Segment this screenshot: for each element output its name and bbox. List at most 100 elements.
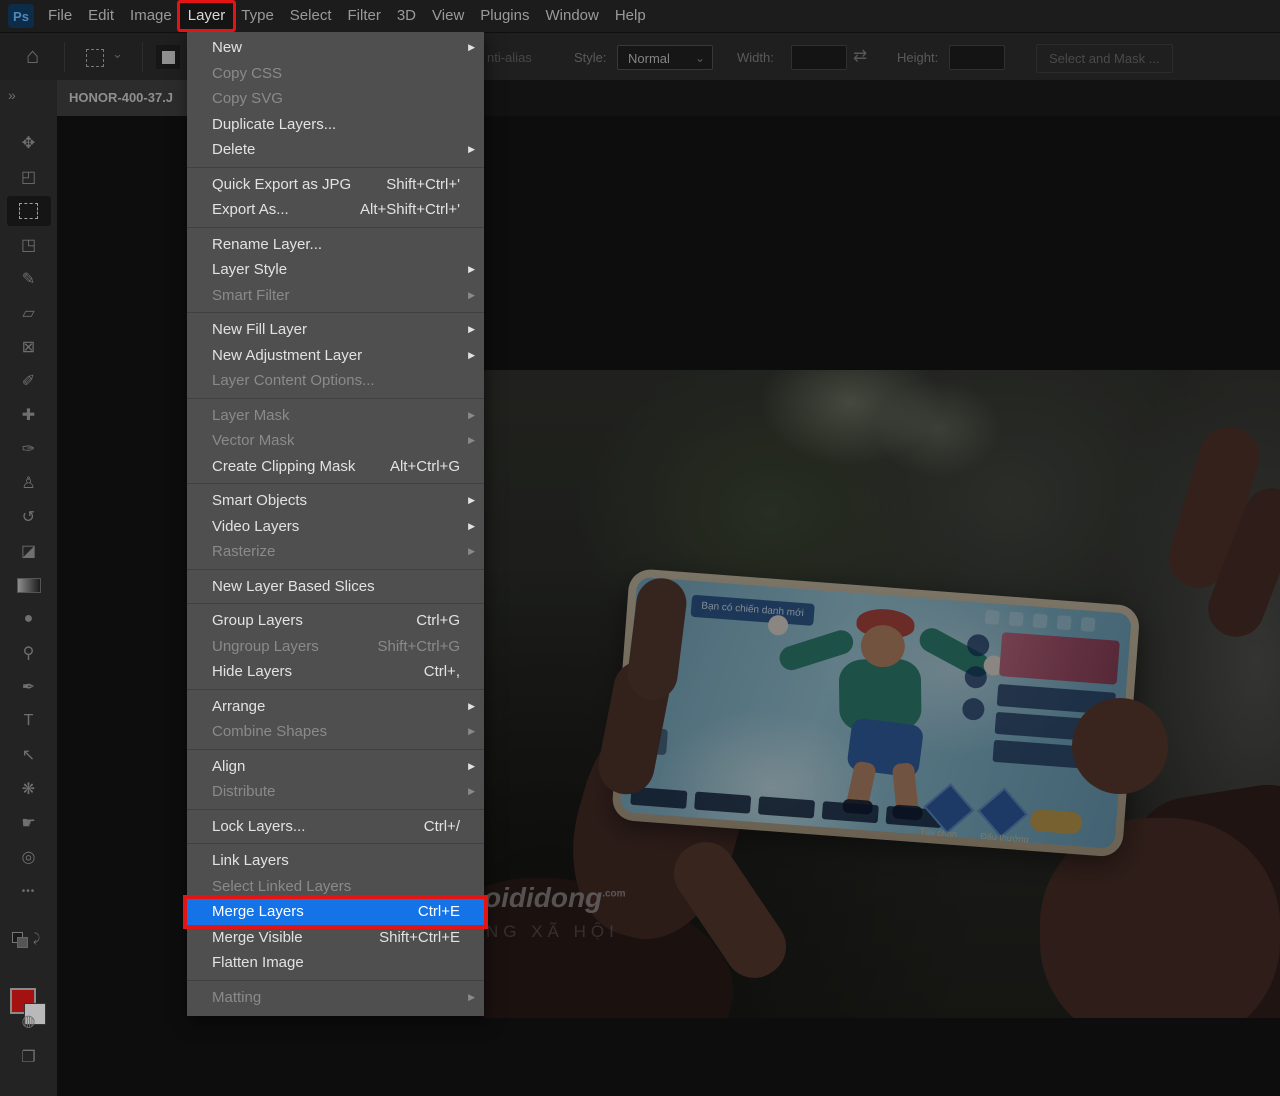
menu-item-vector-mask: Vector Mask: [187, 428, 484, 454]
submenu-arrow-icon: [468, 694, 475, 720]
menu-item-new[interactable]: New: [187, 35, 484, 61]
marquee-tool[interactable]: [7, 196, 51, 226]
menu-item-delete[interactable]: Delete: [187, 137, 484, 163]
width-input[interactable]: [791, 45, 847, 70]
crop-tool[interactable]: ◰: [0, 160, 57, 194]
dodge-tool[interactable]: ⚲: [0, 636, 57, 670]
antialias-label: nti-alias: [487, 50, 532, 65]
menu-item-matting: Matting: [187, 985, 484, 1011]
screen-mode-button[interactable]: ❐: [0, 1040, 57, 1074]
menu-item-merge-visible[interactable]: Merge Visible Shift+Ctrl+E: [187, 925, 484, 951]
submenu-arrow-icon: [468, 343, 475, 369]
document-tab[interactable]: HONOR-400-37.J: [57, 80, 187, 116]
menu-item-create-clipping-mask[interactable]: Create Clipping Mask Alt+Ctrl+G: [187, 454, 484, 480]
menu-item-new-layer-based-slices[interactable]: New Layer Based Slices: [187, 574, 484, 600]
menubar-item-type[interactable]: Type: [233, 3, 282, 29]
menu-item-ungroup-layers: Ungroup Layers Shift+Ctrl+G: [187, 634, 484, 660]
menu-item-new-adjustment-layer[interactable]: New Adjustment Layer: [187, 343, 484, 369]
toolbar-expander-button[interactable]: »: [0, 80, 57, 116]
menubar-item-filter[interactable]: Filter: [340, 3, 389, 29]
menu-item-hide-layers[interactable]: Hide Layers Ctrl+,: [187, 659, 484, 685]
menubar-item-select[interactable]: Select: [282, 3, 340, 29]
menu-item-lock-layers[interactable]: Lock Layers... Ctrl+/: [187, 814, 484, 840]
blur-tool[interactable]: ●: [0, 602, 57, 636]
photoshop-logo-icon: Ps: [8, 4, 34, 28]
submenu-arrow-icon: [468, 514, 475, 540]
slice-tool[interactable]: ◳: [0, 228, 57, 262]
height-input[interactable]: [949, 45, 1005, 70]
menu-item-link-layers[interactable]: Link Layers: [187, 848, 484, 874]
new-selection-mode-icon[interactable]: [156, 45, 180, 69]
menu-item-smart-objects[interactable]: Smart Objects: [187, 488, 484, 514]
menubar-item-plugins[interactable]: Plugins: [472, 3, 537, 29]
menubar-item-help[interactable]: Help: [607, 3, 654, 29]
more-tools[interactable]: •••: [0, 874, 57, 908]
menu-item-video-layers[interactable]: Video Layers: [187, 514, 484, 540]
menu-item-smart-filter: Smart Filter: [187, 283, 484, 309]
menubar: Ps File Edit Image Layer Type Select Fil…: [0, 0, 1280, 32]
swap-colors-icon: ⤸: [33, 931, 40, 946]
move-tool[interactable]: ✥: [0, 126, 57, 160]
photo-hands-holding-phone: Bạn có chiến danh mới: [484, 370, 1280, 1018]
swap-dimensions-icon[interactable]: ⇄: [853, 46, 867, 66]
dim-overlay: [484, 370, 1280, 1018]
object-selection-tool[interactable]: ✎: [0, 262, 57, 296]
submenu-arrow-icon: [468, 317, 475, 343]
menu-item-export-as[interactable]: Export As... Alt+Shift+Ctrl+': [187, 197, 484, 223]
chevron-down-icon[interactable]: ⌄: [112, 46, 123, 62]
menu-item-quick-export-jpg[interactable]: Quick Export as JPG Shift+Ctrl+': [187, 172, 484, 198]
menubar-item-window[interactable]: Window: [537, 3, 606, 29]
menu-item-duplicate-layers[interactable]: Duplicate Layers...: [187, 112, 484, 138]
zoom-tool[interactable]: ◎: [0, 840, 57, 874]
menu-item-align[interactable]: Align: [187, 754, 484, 780]
menubar-item-file[interactable]: File: [40, 3, 80, 29]
menu-item-rasterize: Rasterize: [187, 539, 484, 565]
menu-item-rename-layer[interactable]: Rename Layer...: [187, 232, 484, 258]
menubar-item-3d[interactable]: 3D: [389, 3, 424, 29]
transform-tool[interactable]: ▱: [0, 296, 57, 330]
eraser-tool[interactable]: ◪: [0, 534, 57, 568]
menu-item-select-linked-layers: Select Linked Layers: [187, 874, 484, 900]
quick-mask-button[interactable]: ◍: [0, 1004, 57, 1038]
menu-item-new-fill-layer[interactable]: New Fill Layer: [187, 317, 484, 343]
brush-tool[interactable]: ✑: [0, 432, 57, 466]
menu-item-layer-style[interactable]: Layer Style: [187, 257, 484, 283]
submenu-arrow-icon: [468, 985, 475, 1011]
hand-tool[interactable]: ☛: [0, 806, 57, 840]
eyedropper-tool[interactable]: ✐: [0, 364, 57, 398]
shape-tool[interactable]: ❋: [0, 772, 57, 806]
menu-item-copy-svg: Copy SVG: [187, 86, 484, 112]
menu-item-layer-mask: Layer Mask: [187, 403, 484, 429]
clone-stamp-tool[interactable]: ♙: [0, 466, 57, 500]
home-icon[interactable]: ⌂: [26, 43, 39, 69]
background-mini-swatch: [17, 937, 28, 948]
menubar-item-layer[interactable]: Layer: [180, 3, 234, 29]
select-and-mask-button[interactable]: Select and Mask ...: [1036, 44, 1173, 73]
submenu-arrow-icon: [468, 137, 475, 163]
frame-tool[interactable]: ⊠: [0, 330, 57, 364]
default-swap-colors-widget[interactable]: ⤸: [0, 928, 57, 954]
menubar-item-image[interactable]: Image: [122, 3, 180, 29]
menu-item-combine-shapes: Combine Shapes: [187, 719, 484, 745]
menubar-item-view[interactable]: View: [424, 3, 472, 29]
height-label: Height:: [897, 50, 938, 65]
width-label: Width:: [737, 50, 774, 65]
type-tool[interactable]: T: [0, 704, 57, 738]
style-select[interactable]: Normal ⌄: [617, 45, 713, 70]
healing-tool[interactable]: ✚: [0, 398, 57, 432]
pen-tool[interactable]: ✒: [0, 670, 57, 704]
menu-item-arrange[interactable]: Arrange: [187, 694, 484, 720]
submenu-arrow-icon: [468, 283, 475, 309]
menubar-item-edit[interactable]: Edit: [80, 3, 122, 29]
history-brush-tool[interactable]: ↺: [0, 500, 57, 534]
submenu-arrow-icon: [468, 257, 475, 283]
divider: [142, 42, 143, 72]
gradient-tool[interactable]: [0, 568, 57, 602]
submenu-arrow-icon: [468, 35, 475, 61]
menu-item-group-layers[interactable]: Group Layers Ctrl+G: [187, 608, 484, 634]
submenu-arrow-icon: [468, 719, 475, 745]
menu-item-merge-layers[interactable]: Merge Layers Ctrl+E: [187, 899, 484, 925]
tool-preset-marquee-icon[interactable]: [86, 49, 104, 67]
menu-item-flatten-image[interactable]: Flatten Image: [187, 950, 484, 976]
path-select-tool[interactable]: ↖: [0, 738, 57, 772]
